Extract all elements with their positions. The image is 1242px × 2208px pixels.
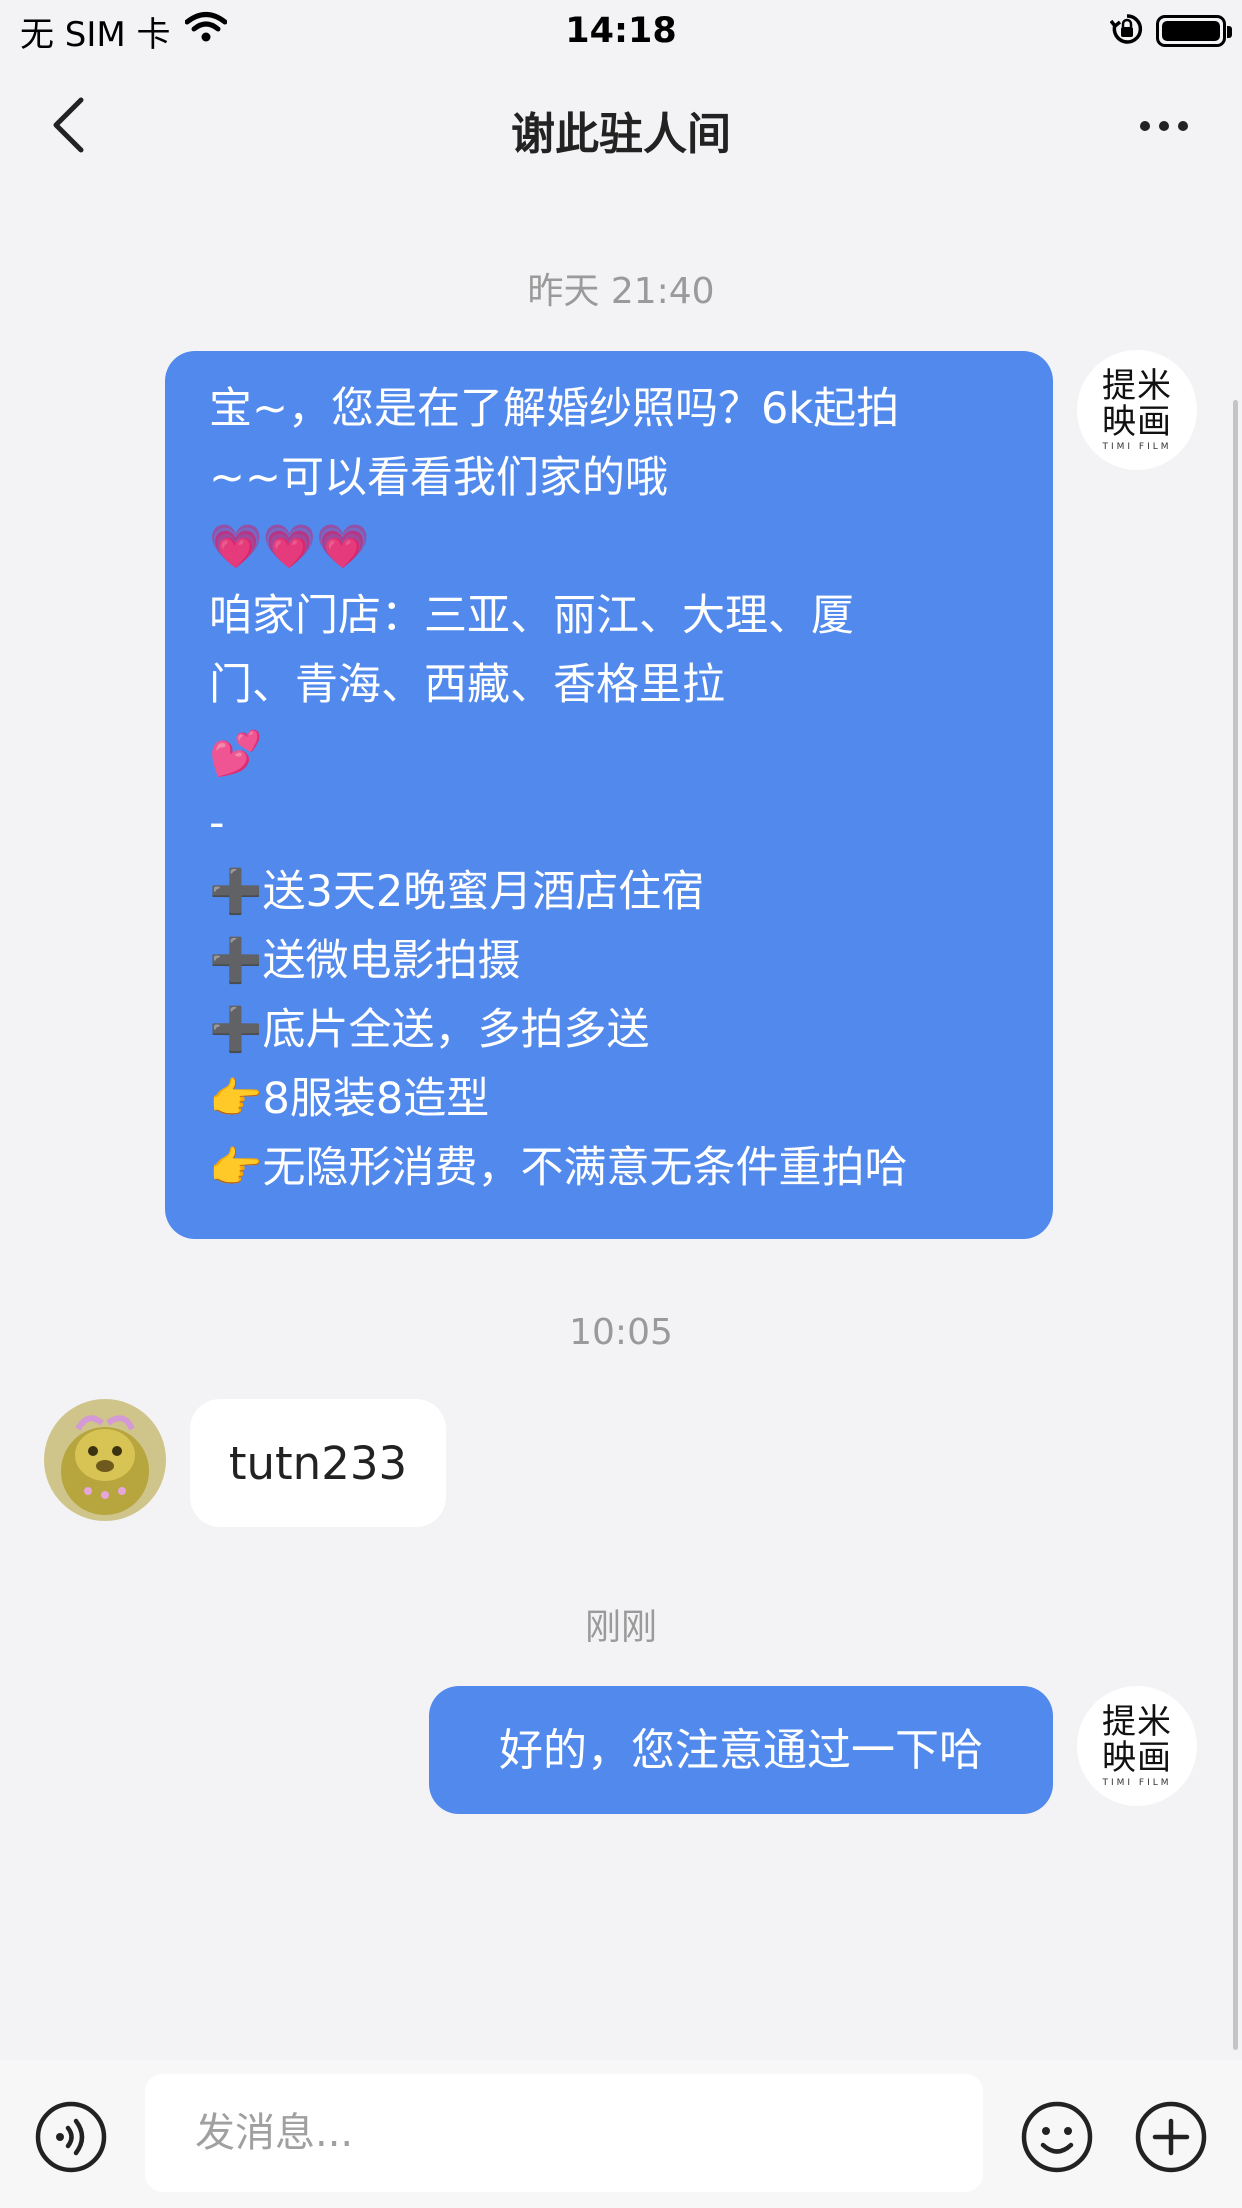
brand-logo-line2: 映画 bbox=[1102, 1738, 1172, 1778]
message-line: 💕 bbox=[209, 729, 263, 779]
message-line: ➕送微电影拍摄 bbox=[209, 936, 521, 986]
brand-logo-sub: TIMI FILM bbox=[1102, 1778, 1172, 1788]
message-line: ➕送3天2晚蜜月酒店住宿 bbox=[209, 867, 705, 917]
avatar-brand[interactable]: 提米 映画 TIMI FILM bbox=[1077, 350, 1197, 470]
add-button[interactable] bbox=[1134, 2100, 1208, 2174]
timestamp: 10:05 bbox=[569, 1312, 673, 1353]
timestamp: 刚刚 bbox=[584, 1607, 657, 1648]
page-title: 谢此驻人间 bbox=[511, 109, 731, 160]
message-line: 💗💗💗 bbox=[209, 522, 370, 572]
message-text: tutn233 bbox=[228, 1436, 408, 1490]
status-time: 14:18 bbox=[565, 11, 677, 51]
more-dots-icon bbox=[1139, 117, 1189, 136]
message-line: ➕底片全送，多拍多送 bbox=[209, 1005, 650, 1055]
status-bar: 无 SIM 卡 14:18 bbox=[0, 0, 1242, 62]
voice-button[interactable] bbox=[34, 2100, 108, 2174]
message-input[interactable] bbox=[145, 2074, 983, 2192]
brand-logo-line2: 映画 bbox=[1102, 402, 1172, 442]
message-line: 门、青海、西藏、香格里拉 bbox=[209, 660, 725, 710]
message-text: 好的，您注意通过一下哈 bbox=[499, 1724, 983, 1776]
timestamp: 昨天 21:40 bbox=[527, 271, 715, 312]
brand-logo-line1: 提米 bbox=[1102, 1702, 1172, 1742]
emoji-button[interactable] bbox=[1020, 2100, 1094, 2174]
message-line: 宝~，您是在了解婚纱照吗？6k起拍 bbox=[209, 384, 900, 434]
battery-icon bbox=[1156, 15, 1232, 47]
avatar-user[interactable] bbox=[44, 1399, 166, 1521]
message-bubble-incoming[interactable]: tutn233 bbox=[190, 1399, 446, 1527]
brand-logo-sub: TIMI FILM bbox=[1102, 442, 1172, 452]
smiley-icon bbox=[1020, 2101, 1094, 2178]
voice-icon bbox=[34, 2101, 108, 2178]
scrollbar[interactable] bbox=[1233, 400, 1238, 2050]
message-bubble-outgoing[interactable]: 好的，您注意通过一下哈 bbox=[429, 1686, 1053, 1814]
message-bubble-outgoing[interactable]: 宝~，您是在了解婚纱照吗？6k起拍 ~~可以看看我们家的哦 💗💗💗 咱家门店：三… bbox=[165, 351, 1053, 1239]
message-line: - bbox=[209, 798, 225, 848]
message-line: 咱家门店：三亚、丽江、大理、厦 bbox=[209, 591, 854, 641]
plus-icon bbox=[1134, 2101, 1208, 2178]
message-line: 👉无隐形消费，不满意无条件重拍哈 bbox=[209, 1143, 908, 1193]
message-line: ~~可以看看我们家的哦 bbox=[209, 453, 669, 503]
avatar-brand[interactable]: 提米 映画 TIMI FILM bbox=[1077, 1686, 1197, 1806]
input-bar bbox=[0, 2060, 1242, 2208]
message-line: 👉8服装8造型 bbox=[209, 1074, 490, 1124]
brand-logo-line1: 提米 bbox=[1102, 366, 1172, 406]
more-button[interactable] bbox=[1114, 96, 1214, 156]
nav-bar: 谢此驻人间 bbox=[0, 62, 1242, 188]
orientation-lock-icon bbox=[1109, 12, 1144, 50]
